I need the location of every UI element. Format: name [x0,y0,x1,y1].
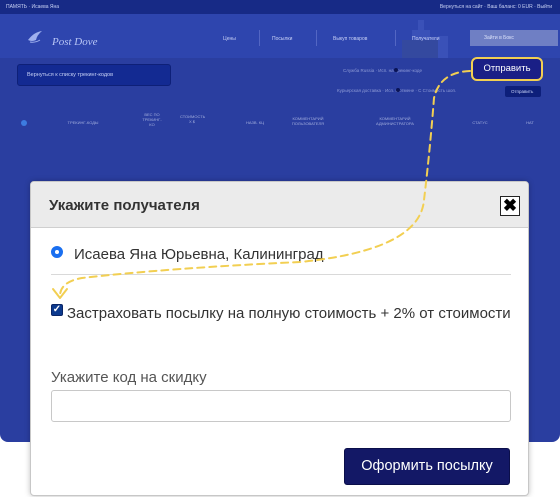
submit-parcel-button[interactable]: Оформить посылку [344,448,510,485]
recipient-radio[interactable] [51,246,63,258]
logo-text[interactable]: Post Dove [52,36,98,48]
small-send-label: Отправить [511,89,534,94]
insurance-label[interactable]: Застраховать посылку на полную стоимость… [51,302,511,325]
delivery-service-filter: Служба Russia · Исп. на Трекинг-коде [343,68,423,73]
discount-code-label: Укажите код на скидку [51,369,207,386]
divider [51,274,511,275]
account-links[interactable]: Вернуться на сайт · Ваш баланс: 0 EUR · … [440,4,552,10]
insurance-checkbox[interactable]: ✓ [51,304,63,316]
nav-item-recipients[interactable]: Получатели [412,36,440,42]
recipient-label[interactable]: Исаева Яна Юрьевна, Калининград [74,246,324,263]
send-button[interactable]: Отправить [471,57,543,81]
nav-item-box[interactable]: Зайти в Бокс [470,30,558,46]
dialog-title: Укажите получателя [49,197,200,214]
table-header-cell: ТРЕКИНГ-КОДЫ [67,120,99,125]
dialog-close-button[interactable]: ✖ [500,196,520,216]
main-navbar: Post Dove Цены Посылки Выкуп товаров Пол… [0,14,560,58]
back-button-label: Вернуться к списку трекинг-кодов [27,72,114,78]
select-all-radio[interactable] [21,120,27,126]
nav-item-parcels[interactable]: Посылки [272,36,292,42]
dove-logo-icon [28,31,42,43]
nav-item-buyout[interactable]: Выкуп товаров [333,36,367,42]
small-send-button[interactable]: Отправить [505,86,541,97]
table-header-cell: НАТ [526,120,534,125]
table-header-cell: СТОИМОСТЬ Х $ [180,114,206,124]
close-x-icon: ✖ [502,196,518,215]
nav-divider [395,30,396,46]
back-to-tracking-list-button[interactable]: Вернуться к списку трекинг-кодов [17,64,171,86]
table-header-cell: НАЗВ. КЦ [245,120,265,125]
top-strip: ПАМЯТЬ · Исаева Яна Вернуться на сайт · … [0,0,560,14]
user-info: ПАМЯТЬ · Исаева Яна [6,4,60,10]
tracking-table-header: ТРЕКИНГ-КОДЫ ВЕС ПО ТРЕКИНГ-КО СТОИМОСТЬ… [0,104,560,144]
table-header-cell: КОММЕНТАРИЙ АДМИНИСТРАТОРА [376,116,414,126]
nav-item-prices[interactable]: Цены [223,36,236,42]
discount-code-input[interactable] [51,390,511,422]
table-header-cell: КОММЕНТАРИЙ ПОЛЬЗОВАТЕЛЯ [291,116,325,126]
table-header-cell: ВЕС ПО ТРЕКИНГ-КО [142,112,162,127]
nav-divider [316,30,317,46]
radio-dot-icon[interactable] [396,88,400,92]
radio-dot-icon[interactable] [394,68,398,72]
nav-divider [259,30,260,46]
nav-item-box-label: Зайти в Бокс [484,35,514,41]
recipient-dialog: Укажите получателя ✖ Исаева Яна Юрьевна,… [30,181,529,496]
dialog-header: Укажите получателя ✖ [31,182,528,228]
table-header-cell: СТАТУС [472,120,488,125]
